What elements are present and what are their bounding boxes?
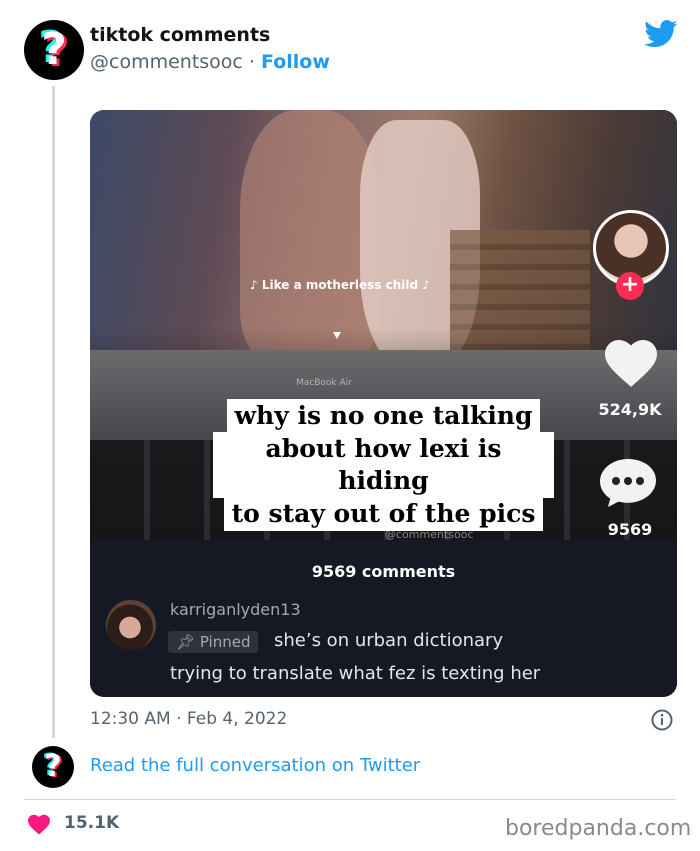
embedded-tiktok-image[interactable]: MacBook Air ♪ Like a motherless child ♪ … [90,110,677,697]
info-icon[interactable] [651,709,673,731]
figure-shape [240,110,380,360]
song-caption: ♪ Like a motherless child ♪ [250,278,430,292]
commenter-username[interactable]: karriganlyden13 [170,600,301,619]
video-comment-count: 9569 [607,520,653,539]
author-handle-row: @commentsooc · Follow [90,51,330,73]
heart-icon[interactable] [27,813,51,835]
caption-line: why is no one talking [226,399,541,433]
pinned-badge: 📌︎ Pinned [168,631,259,653]
pinned-label: Pinned [199,633,251,651]
heart-icon[interactable] [602,336,660,388]
author-avatar[interactable]: ? ? ? [24,20,84,80]
caption-line: about how lexi is hiding [213,432,554,498]
comment-text-line: trying to translate what fez is texting … [170,663,541,684]
comments-title: 9569 comments [311,562,456,581]
comments-panel: 9569 comments karriganlyden13 📌︎ Pinned … [90,540,677,697]
separator: · [242,51,261,73]
reply-avatar[interactable]: ? ? ? [32,746,74,788]
brand-watermark: boredpanda.com [505,816,692,841]
divider [24,799,676,800]
author-handle[interactable]: @commentsooc [90,51,243,73]
comment-text-line: she’s on urban dictionary [274,630,504,651]
pin-icon: 📌︎ [176,633,196,651]
tweet-timestamp[interactable]: 12:30 AM · Feb 4, 2022 [90,709,287,729]
question-mark-logo-icon: ? [44,749,62,784]
author-name[interactable]: tiktok comments [90,24,270,46]
follow-plus-icon[interactable]: + [616,272,644,300]
video-like-count: 524,9K [598,400,662,419]
question-mark-logo-icon: ? [41,24,67,75]
commenter-avatar[interactable] [106,600,156,650]
comment-bubble-icon[interactable] [598,457,658,509]
laptop-label: MacBook Air [296,378,352,388]
video-caption: why is no one talking about how lexi is … [213,399,554,531]
caption-line: to stay out of the pics [223,497,544,531]
tweet-like-count[interactable]: 15.1K [64,813,119,833]
read-conversation-link[interactable]: Read the full conversation on Twitter [90,755,420,776]
thread-line [52,86,55,738]
twitter-logo-icon[interactable] [644,20,678,48]
follow-button[interactable]: Follow [261,51,330,73]
cursor-icon [333,332,341,339]
